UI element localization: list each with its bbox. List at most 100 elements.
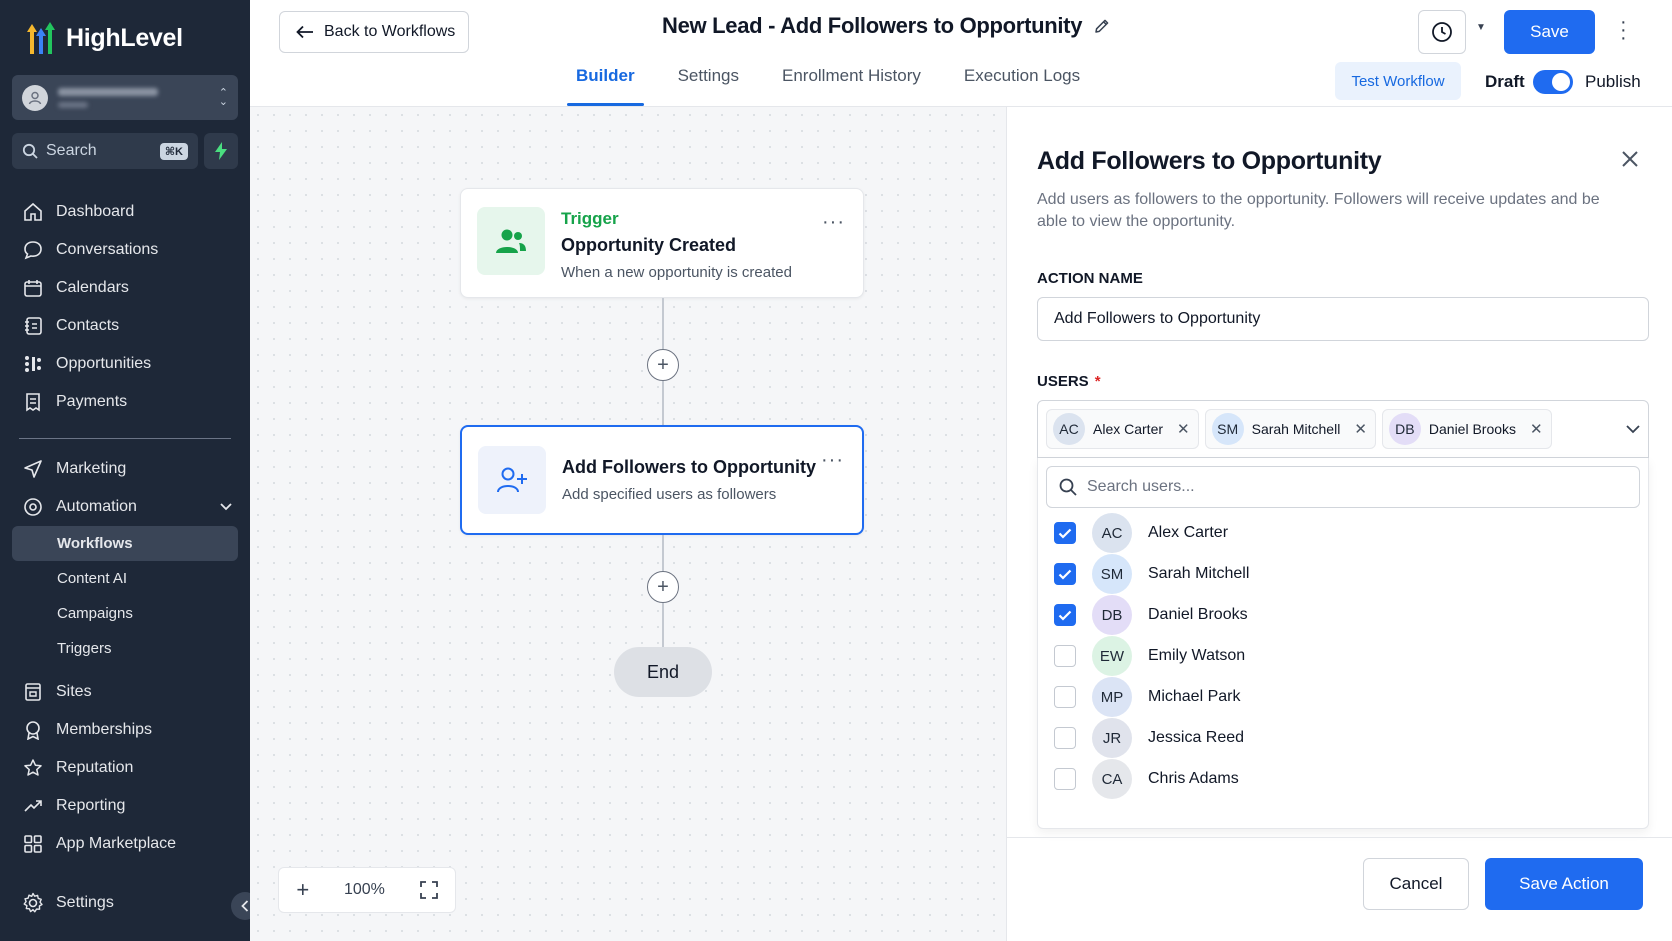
checkbox-unchecked[interactable] <box>1054 645 1076 667</box>
user-option[interactable]: MP Michael Park <box>1054 676 1240 718</box>
selected-user-chip: AC Alex Carter ✕ <box>1046 409 1199 449</box>
publish-toggle[interactable] <box>1533 70 1573 94</box>
users-multiselect[interactable]: AC Alex Carter ✕ SM Sarah Mitchell ✕ DB … <box>1037 400 1649 458</box>
connector-line <box>662 381 664 425</box>
user-initials-avatar: SM <box>1092 554 1132 594</box>
checkbox-checked[interactable] <box>1054 522 1076 544</box>
connector-line <box>662 603 664 647</box>
action-name-input[interactable]: Add Followers to Opportunity <box>1037 297 1649 341</box>
sidebar-item-marketing[interactable]: Marketing <box>12 450 238 488</box>
test-workflow-button[interactable]: Test Workflow <box>1335 62 1461 100</box>
sidebar-item-label: Conversations <box>56 241 159 258</box>
node-more-icon[interactable]: ··· <box>821 450 844 470</box>
user-option[interactable]: EW Emily Watson <box>1054 635 1245 677</box>
user-option-name: Chris Adams <box>1148 770 1239 787</box>
connector-line <box>662 535 664 571</box>
fit-screen-icon[interactable] <box>419 881 438 899</box>
sidebar-nav-bottom: Sites Memberships Reputation Reporting A… <box>12 673 238 863</box>
sidebar-item-memberships[interactable]: Memberships <box>12 711 238 749</box>
sidebar-search-input[interactable]: Search ⌘K <box>12 133 198 169</box>
user-avatar-icon <box>22 84 48 111</box>
action-node-add-followers[interactable]: Add Followers to Opportunity Add specifi… <box>460 425 864 535</box>
caret-down-icon[interactable]: ▼ <box>1476 22 1486 33</box>
sidebar-subitem-triggers[interactable]: Triggers <box>12 631 238 666</box>
user-option[interactable]: JR Jessica Reed <box>1054 717 1244 759</box>
tab-enrollment-history[interactable]: Enrollment History <box>773 58 930 106</box>
sidebar-item-conversations[interactable]: Conversations <box>12 231 238 269</box>
sidebar-item-payments[interactable]: Payments <box>12 383 238 421</box>
close-icon[interactable] <box>1621 150 1639 168</box>
save-button[interactable]: Save <box>1504 10 1595 54</box>
user-initials-avatar: EW <box>1092 636 1132 676</box>
action-name-label: ACTION NAME <box>1037 270 1143 287</box>
sidebar-item-settings[interactable]: Settings <box>12 884 238 922</box>
panel-title: Add Followers to Opportunity <box>1037 147 1382 175</box>
user-option[interactable]: CA Chris Adams <box>1054 758 1239 800</box>
sidebar-item-label: Calendars <box>56 279 129 296</box>
workflow-header: Back to Workflows New Lead - Add Followe… <box>250 0 1672 107</box>
checkmark-icon <box>1058 610 1072 621</box>
tab-execution-logs[interactable]: Execution Logs <box>955 58 1089 106</box>
sidebar-item-calendars[interactable]: Calendars <box>12 269 238 307</box>
sidebar-item-label: Reputation <box>56 759 134 776</box>
sidebar-item-dashboard[interactable]: Dashboard <box>12 193 238 231</box>
remove-chip-icon[interactable]: ✕ <box>1530 420 1543 438</box>
save-action-button[interactable]: Save Action <box>1485 858 1643 910</box>
quick-actions-button[interactable] <box>204 133 238 169</box>
connector-line <box>662 298 664 349</box>
pencil-edit-icon[interactable] <box>1094 18 1110 34</box>
zoom-in-icon[interactable]: + <box>296 877 309 903</box>
node-more-icon[interactable]: ··· <box>822 212 845 232</box>
back-to-workflows-button[interactable]: Back to Workflows <box>279 11 469 53</box>
sidebar-item-opportunities[interactable]: Opportunities <box>12 345 238 383</box>
sidebar-item-reporting[interactable]: Reporting <box>12 787 238 825</box>
selected-user-chip: SM Sarah Mitchell ✕ <box>1204 409 1376 449</box>
version-history-button[interactable] <box>1418 10 1466 54</box>
chat-icon <box>22 239 44 261</box>
more-options-icon[interactable]: · · · <box>1620 12 1627 48</box>
user-initials-avatar: CA <box>1092 759 1132 799</box>
remove-chip-icon[interactable]: ✕ <box>1354 420 1367 438</box>
user-option[interactable]: AC Alex Carter <box>1054 512 1228 554</box>
checkbox-checked[interactable] <box>1054 604 1076 626</box>
sidebar-subitem-workflows[interactable]: Workflows <box>12 526 238 561</box>
checkbox-unchecked[interactable] <box>1054 768 1076 790</box>
search-icon <box>1059 478 1077 496</box>
chevron-updown-icon: ⌃ ⌄ <box>218 86 228 108</box>
search-icon <box>22 143 38 159</box>
send-icon <box>22 458 44 480</box>
sidebar-subitem-campaigns[interactable]: Campaigns <box>12 596 238 631</box>
sidebar-nav-group: Marketing Automation Workflows Content A… <box>12 450 238 666</box>
chevron-down-icon[interactable] <box>1626 424 1640 434</box>
sidebar-subitem-content-ai[interactable]: Content AI <box>12 561 238 596</box>
sidebar-item-sites[interactable]: Sites <box>12 673 238 711</box>
sidebar-item-automation[interactable]: Automation <box>12 488 238 526</box>
checkbox-unchecked[interactable] <box>1054 727 1076 749</box>
user-option[interactable]: SM Sarah Mitchell <box>1054 553 1249 595</box>
add-step-button[interactable]: + <box>647 571 679 603</box>
user-search-input[interactable]: Search users... <box>1046 466 1640 508</box>
highlevel-logo-icon <box>27 22 55 54</box>
cancel-button[interactable]: Cancel <box>1363 858 1469 910</box>
action-subtitle: Add specified users as followers <box>562 486 777 503</box>
sidebar-item-app-marketplace[interactable]: App Marketplace <box>12 825 238 863</box>
tab-settings[interactable]: Settings <box>669 58 748 106</box>
checkbox-unchecked[interactable] <box>1054 686 1076 708</box>
add-step-button[interactable]: + <box>647 349 679 381</box>
account-switcher[interactable]: ⌃ ⌄ <box>12 75 238 120</box>
sites-icon <box>22 681 44 703</box>
remove-chip-icon[interactable]: ✕ <box>1177 420 1190 438</box>
checkbox-checked[interactable] <box>1054 563 1076 585</box>
workflow-canvas[interactable]: Trigger Opportunity Created When a new o… <box>250 107 1006 941</box>
automation-icon <box>22 496 44 518</box>
brand-logo[interactable]: HighLevel <box>24 20 183 56</box>
trigger-node[interactable]: Trigger Opportunity Created When a new o… <box>460 188 864 298</box>
sidebar-item-contacts[interactable]: Contacts <box>12 307 238 345</box>
users-group-icon <box>477 207 545 275</box>
gear-icon <box>22 892 44 914</box>
draft-label: Draft <box>1485 72 1525 91</box>
user-option[interactable]: DB Daniel Brooks <box>1054 594 1248 636</box>
sidebar-item-reputation[interactable]: Reputation <box>12 749 238 787</box>
tab-builder[interactable]: Builder <box>567 58 644 106</box>
action-config-panel: Add Followers to Opportunity Add users a… <box>1006 107 1672 941</box>
